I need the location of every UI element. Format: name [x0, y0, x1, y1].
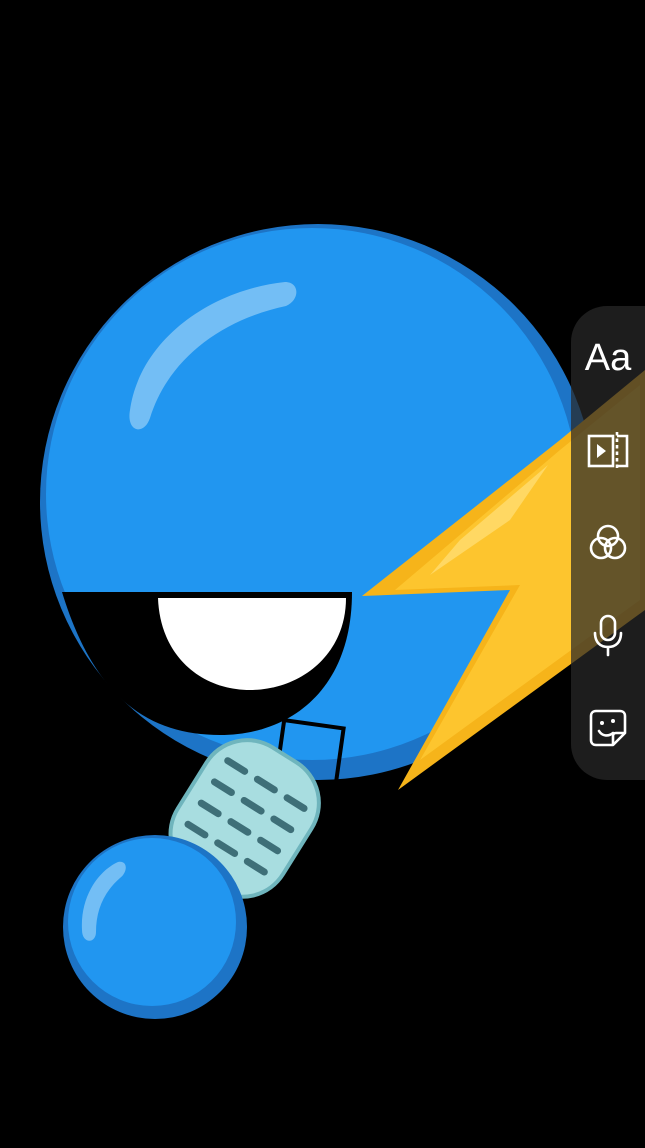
- emoji-hand-ball: [63, 835, 247, 1019]
- sticker-artwork[interactable]: [0, 0, 645, 1148]
- text-aa-icon: Aa: [584, 337, 632, 380]
- text-tool-button[interactable]: Aa: [571, 318, 645, 398]
- filters-circles-icon: [589, 524, 627, 560]
- filters-tool-button[interactable]: [571, 503, 645, 583]
- trim-video-icon: [587, 431, 629, 470]
- sticker-smile-icon: [589, 709, 627, 747]
- voiceover-tool-button[interactable]: [571, 595, 645, 675]
- microphone-icon: [593, 615, 623, 657]
- editor-canvas: Aa: [0, 0, 645, 1148]
- editor-side-toolbar: Aa: [571, 306, 645, 780]
- stickers-tool-button[interactable]: [571, 688, 645, 768]
- trim-tool-button[interactable]: [571, 411, 645, 491]
